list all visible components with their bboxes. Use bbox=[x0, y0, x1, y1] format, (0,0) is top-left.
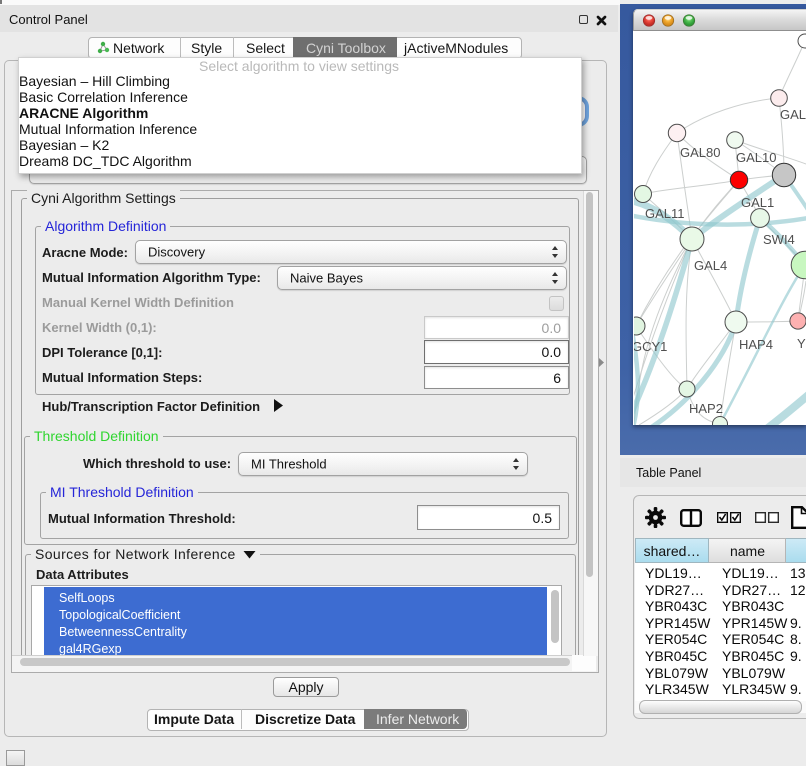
svg-text:GAL1: GAL1 bbox=[741, 195, 774, 210]
svg-text:GAL10: GAL10 bbox=[736, 150, 776, 165]
svg-text:HAP2: HAP2 bbox=[689, 401, 723, 416]
svg-text:GAL: GAL bbox=[780, 107, 806, 122]
svg-text:GCY1: GCY1 bbox=[634, 339, 667, 354]
svg-text:GAL4: GAL4 bbox=[694, 258, 727, 273]
svg-text:GAL11: GAL11 bbox=[645, 206, 685, 221]
svg-text:SWI4: SWI4 bbox=[763, 232, 795, 247]
svg-text:GAL80: GAL80 bbox=[680, 145, 720, 160]
svg-text:HAP4: HAP4 bbox=[739, 337, 773, 352]
svg-text:Y: Y bbox=[797, 336, 806, 351]
